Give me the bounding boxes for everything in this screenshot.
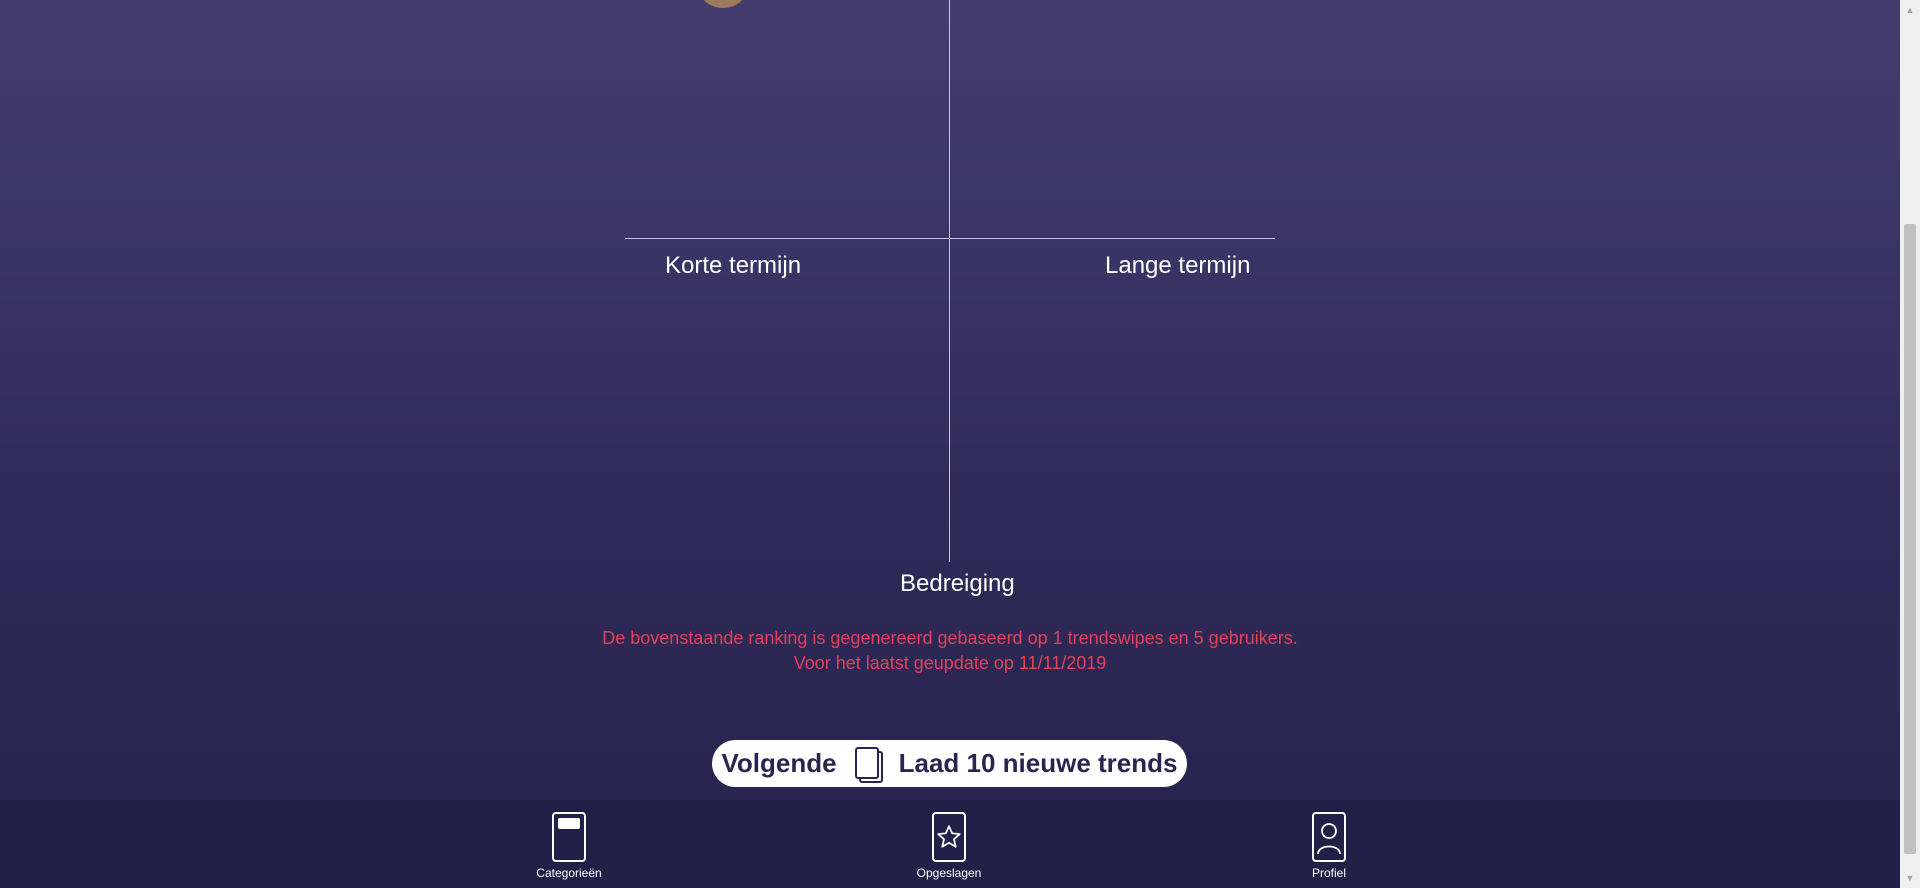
star-icon bbox=[932, 812, 966, 862]
page: Korte termijn Lange termijn Bedreiging D… bbox=[0, 0, 1920, 888]
nav-item-profile[interactable]: Profiel bbox=[1269, 812, 1389, 880]
ranking-note-line2: Voor het laatst geupdate op 11/11/2019 bbox=[793, 653, 1107, 673]
trend-dot[interactable] bbox=[696, 0, 750, 8]
load-trends-label: Laad 10 nieuwe trends bbox=[898, 748, 1178, 778]
category-card-icon bbox=[552, 812, 586, 862]
scroll-down-arrow-icon[interactable]: ▼ bbox=[1900, 868, 1920, 888]
scroll-up-arrow-icon[interactable]: ▲ bbox=[1900, 0, 1920, 20]
ranking-note: De bovenstaande ranking is gegenereerd g… bbox=[575, 626, 1325, 676]
scrollbar-thumb[interactable] bbox=[1904, 224, 1916, 854]
ranking-note-line1: De bovenstaande ranking is gegenereerd g… bbox=[602, 628, 1298, 648]
matrix-vertical-axis bbox=[949, 0, 950, 562]
nav-label-categories: Categorieën bbox=[536, 866, 602, 880]
nav-item-categories[interactable]: Categorieën bbox=[509, 812, 629, 880]
axis-label-short-term: Korte termijn bbox=[665, 252, 802, 279]
vertical-scrollbar[interactable]: ▲ ▼ bbox=[1900, 0, 1920, 888]
next-trends-button[interactable]: Volgende Laad 10 nieuwe trends bbox=[712, 740, 1187, 787]
cards-icon bbox=[854, 746, 883, 783]
nav-label-saved: Opgeslagen bbox=[916, 866, 982, 880]
axis-label-threat: Bedreiging bbox=[900, 570, 1015, 597]
axis-label-long-term: Lange termijn bbox=[1105, 252, 1251, 279]
matrix-horizontal-axis bbox=[625, 238, 1275, 239]
next-label: Volgende bbox=[721, 748, 837, 778]
nav-label-profile: Profiel bbox=[1311, 866, 1346, 880]
profile-icon bbox=[1312, 812, 1346, 862]
main-content: Korte termijn Lange termijn Bedreiging D… bbox=[0, 0, 1900, 800]
nav-item-saved[interactable]: Opgeslagen bbox=[889, 812, 1009, 880]
bottom-nav: Categorieën Opgeslagen Profiel bbox=[0, 800, 1900, 888]
